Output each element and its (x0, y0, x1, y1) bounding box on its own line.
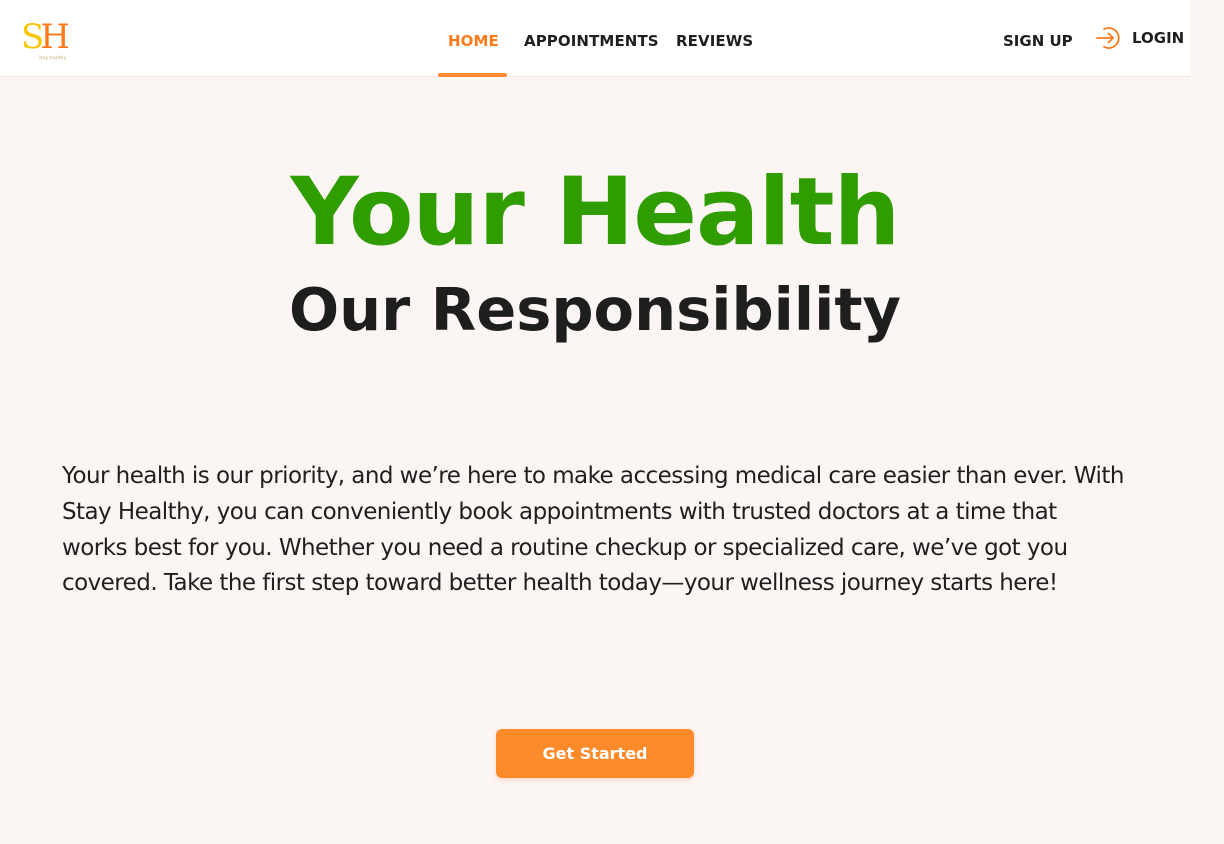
login-arrow-icon (1096, 27, 1120, 49)
hero-description: Your health is our priority, and we’re h… (62, 463, 1124, 597)
active-nav-indicator (438, 73, 507, 77)
nav-link-home[interactable]: HOME (448, 32, 499, 50)
hero-title: Your Health (290, 158, 901, 267)
sign-up-link[interactable]: SIGN UP (1003, 32, 1073, 50)
get-started-button[interactable]: Get Started (496, 729, 694, 778)
login-label: LOGIN (1132, 29, 1185, 47)
nav-link-reviews[interactable]: REVIEWS (676, 32, 753, 50)
nav-link-appointments[interactable]: APPOINTMENTS (524, 32, 659, 50)
hero-subtitle: Our Responsibility (288, 275, 902, 344)
top-navbar: SH stay healthy HOME APPOINTMENTS REVIEW… (0, 0, 1190, 77)
login-button[interactable]: LOGIN (1094, 24, 1184, 52)
